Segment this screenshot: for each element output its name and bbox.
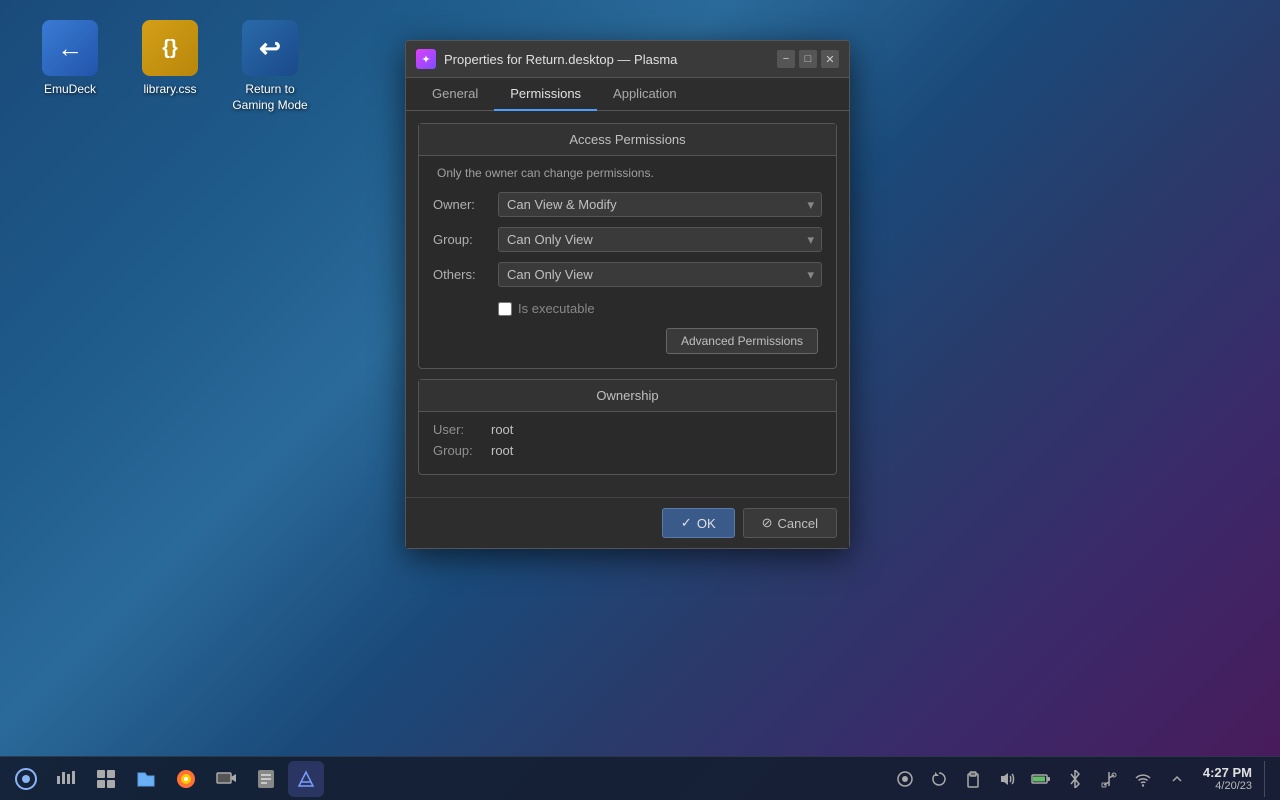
taskbar-firefox[interactable]	[168, 761, 204, 797]
others-permission-row: Others: Can Only View Can View & Modify …	[433, 262, 822, 287]
access-permissions-section: Access Permissions Only the owner can ch…	[418, 123, 837, 369]
cancel-icon: ⊘	[762, 515, 773, 531]
group-select[interactable]: Can Only View Can View & Modify Forbidde…	[498, 227, 822, 252]
desktop-icons: ← EmuDeck {} library.css ↩ Return to Gam…	[30, 20, 310, 113]
emudeck-icon[interactable]: ← EmuDeck	[30, 20, 110, 113]
tray-bluetooth[interactable]	[1061, 765, 1089, 793]
tab-application[interactable]: Application	[597, 78, 693, 111]
taskbar-steam[interactable]	[8, 761, 44, 797]
cancel-button[interactable]: ⊘ Cancel	[743, 508, 837, 538]
tray-steam[interactable]	[891, 765, 919, 793]
taskbar-left	[8, 761, 324, 797]
taskbar-right: 4:27 PM 4/20/23	[891, 761, 1272, 797]
cancel-label: Cancel	[778, 516, 818, 531]
clock-date: 4/20/23	[1203, 780, 1252, 792]
group-select-wrapper: Can Only View Can View & Modify Forbidde…	[498, 227, 822, 252]
ownership-user-label: User:	[433, 422, 483, 437]
taskbar-discover[interactable]	[88, 761, 124, 797]
is-executable-checkbox[interactable]	[498, 302, 512, 316]
return-gaming-icon[interactable]: ↩ Return to Gaming Mode	[230, 20, 310, 113]
return-gaming-icon-img: ↩	[242, 20, 298, 76]
tray-volume[interactable]	[993, 765, 1021, 793]
tray-usb[interactable]	[1095, 765, 1123, 793]
system-clock[interactable]: 4:27 PM 4/20/23	[1197, 765, 1258, 792]
ownership-title: Ownership	[419, 380, 836, 412]
advanced-permissions-button[interactable]: Advanced Permissions	[666, 328, 818, 354]
emudeck-icon-img: ←	[42, 20, 98, 76]
show-desktop-button[interactable]	[1264, 761, 1272, 797]
library-css-icon-img: {}	[142, 20, 198, 76]
tray-clipboard[interactable]	[959, 765, 987, 793]
tray-wifi[interactable]	[1129, 765, 1157, 793]
ownership-group-value: root	[491, 443, 513, 458]
ownership-user-value: root	[491, 422, 513, 437]
ownership-content: User: root Group: root	[419, 412, 836, 474]
tab-permissions[interactable]: Permissions	[494, 78, 597, 111]
owner-permission-row: Owner: Can View & Modify Can Only View F…	[433, 192, 822, 217]
group-label: Group:	[433, 232, 498, 247]
library-css-icon[interactable]: {} library.css	[130, 20, 210, 113]
is-executable-label: Is executable	[518, 301, 595, 316]
access-permissions-content: Only the owner can change permissions. O…	[419, 156, 836, 368]
ownership-user-row: User: root	[433, 422, 822, 437]
titlebar-left: ✦ Properties for Return.desktop — Plasma	[416, 49, 677, 69]
ok-label: OK	[697, 516, 716, 531]
tray-expand[interactable]	[1163, 765, 1191, 793]
maximize-button[interactable]: □	[799, 50, 817, 68]
taskbar-notes[interactable]	[248, 761, 284, 797]
clock-time: 4:27 PM	[1203, 765, 1252, 780]
others-label: Others:	[433, 267, 498, 282]
dialog-tabs: General Permissions Application	[406, 78, 849, 111]
tab-general[interactable]: General	[416, 78, 494, 111]
taskbar-screen-recorder[interactable]	[208, 761, 244, 797]
ownership-group-row: Group: root	[433, 443, 822, 458]
close-button[interactable]: ✕	[821, 50, 839, 68]
tray-battery[interactable]	[1027, 765, 1055, 793]
advanced-btn-row: Advanced Permissions	[433, 320, 822, 358]
emudeck-label: EmuDeck	[44, 82, 96, 98]
access-permissions-title: Access Permissions	[419, 124, 836, 156]
ownership-section: Ownership User: root Group: root	[418, 379, 837, 475]
tray-update[interactable]	[925, 765, 953, 793]
others-select-wrapper: Can Only View Can View & Modify Forbidde…	[498, 262, 822, 287]
properties-dialog: ✦ Properties for Return.desktop — Plasma…	[405, 40, 850, 549]
owner-label: Owner:	[433, 197, 498, 212]
dialog-app-icon: ✦	[416, 49, 436, 69]
taskbar: 4:27 PM 4/20/23	[0, 756, 1280, 800]
library-css-label: library.css	[143, 82, 196, 98]
dialog-controls: − □ ✕	[777, 50, 839, 68]
dialog-content: Access Permissions Only the owner can ch…	[406, 111, 849, 497]
ok-icon: ✓	[681, 515, 692, 531]
sys-tray	[891, 765, 1191, 793]
dialog-footer: ✓ OK ⊘ Cancel	[406, 497, 849, 548]
owner-select[interactable]: Can View & Modify Can Only View Forbidde…	[498, 192, 822, 217]
taskbar-files[interactable]	[128, 761, 164, 797]
minimize-button[interactable]: −	[777, 50, 795, 68]
dialog-title: Properties for Return.desktop — Plasma	[444, 52, 677, 67]
ok-button[interactable]: ✓ OK	[662, 508, 735, 538]
ownership-group-label: Group:	[433, 443, 483, 458]
others-select[interactable]: Can Only View Can View & Modify Forbidde…	[498, 262, 822, 287]
taskbar-plasma[interactable]	[288, 761, 324, 797]
desktop: ← EmuDeck {} library.css ↩ Return to Gam…	[0, 0, 1280, 800]
return-gaming-label: Return to Gaming Mode	[232, 82, 307, 113]
executable-row: Is executable	[433, 297, 822, 320]
dialog-titlebar: ✦ Properties for Return.desktop — Plasma…	[406, 41, 849, 78]
group-permission-row: Group: Can Only View Can View & Modify F…	[433, 227, 822, 252]
taskbar-mixer[interactable]	[48, 761, 84, 797]
access-note: Only the owner can change permissions.	[433, 166, 822, 180]
owner-select-wrapper: Can View & Modify Can Only View Forbidde…	[498, 192, 822, 217]
